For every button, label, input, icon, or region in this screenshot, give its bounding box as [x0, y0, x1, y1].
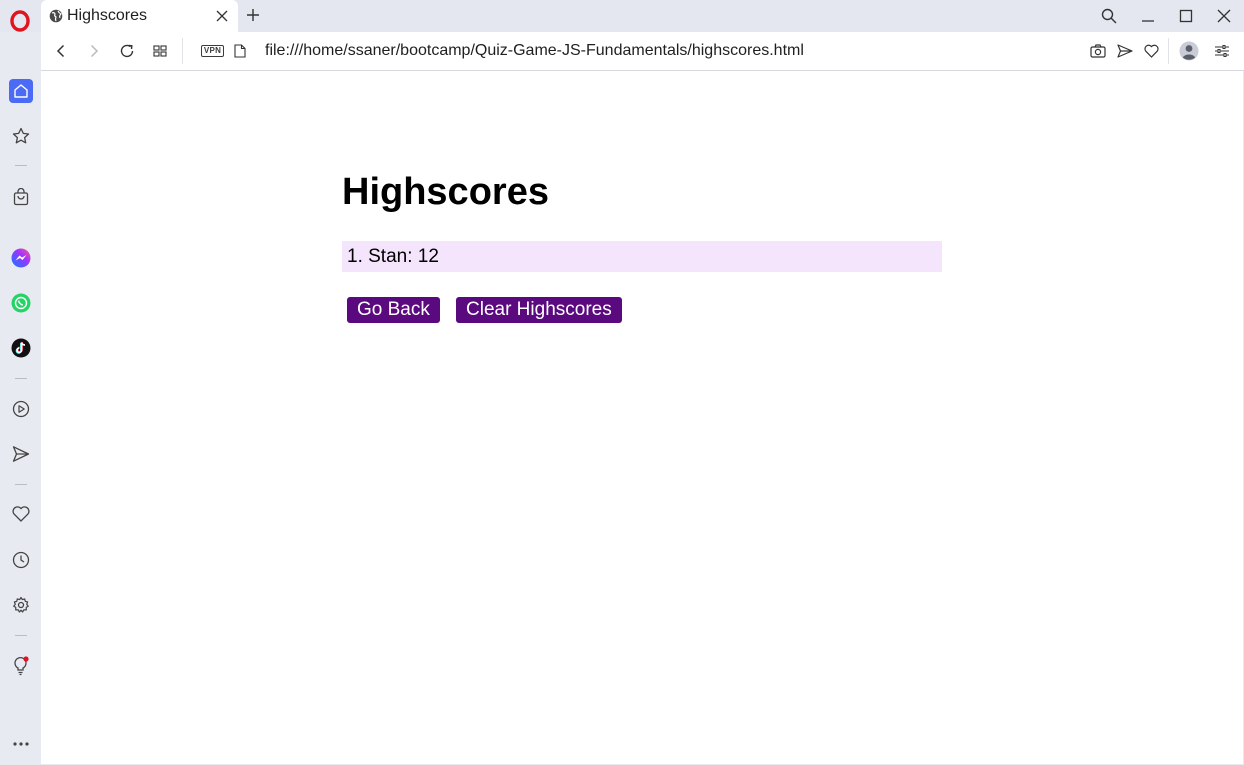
tab-strip: Highscores: [0, 0, 1244, 32]
easy-setup-icon[interactable]: [1211, 40, 1233, 62]
sidebar-divider: [15, 378, 27, 379]
opera-logo-icon[interactable]: [8, 9, 32, 33]
tiles-icon[interactable]: [149, 40, 171, 62]
address-bar-url[interactable]: file:///home/ssaner/bootcamp/Quiz-Game-J…: [265, 42, 804, 60]
maximize-icon[interactable]: [1174, 4, 1198, 28]
heart-icon[interactable]: [1140, 40, 1162, 62]
reload-icon[interactable]: [116, 40, 138, 62]
go-back-button[interactable]: Go Back: [347, 297, 440, 323]
highscores-list: 1. Stan: 12: [342, 241, 942, 272]
send-icon[interactable]: [9, 442, 33, 466]
new-tab-plus-icon[interactable]: [242, 4, 264, 26]
snapshot-camera-icon[interactable]: [1087, 40, 1109, 62]
profile-avatar-icon[interactable]: [1178, 40, 1200, 62]
home-icon[interactable]: [9, 79, 33, 103]
minimize-icon[interactable]: [1136, 4, 1160, 28]
tiktok-icon[interactable]: [9, 336, 33, 360]
sidebar-divider: [15, 165, 27, 166]
toolbar-divider: [182, 38, 183, 64]
shopping-bag-icon[interactable]: [9, 185, 33, 209]
vpn-badge[interactable]: VPN: [201, 45, 224, 57]
send-flow-icon[interactable]: [1114, 40, 1136, 62]
messenger-icon[interactable]: [9, 246, 33, 270]
sidebar-divider: [15, 484, 27, 485]
history-clock-icon[interactable]: [9, 548, 33, 572]
highscore-item: 1. Stan: 12: [342, 241, 942, 272]
lightbulb-tips-icon[interactable]: [9, 654, 33, 678]
back-arrow-icon[interactable]: [50, 40, 72, 62]
more-options-icon[interactable]: [9, 732, 33, 756]
player-icon[interactable]: [9, 397, 33, 421]
page-title: Highscores: [342, 171, 549, 213]
heart-icon[interactable]: [9, 502, 33, 526]
settings-gear-icon[interactable]: [9, 593, 33, 617]
tab-highscores[interactable]: Highscores: [41, 0, 238, 32]
bookmarks-icon[interactable]: [9, 124, 33, 148]
page-icon[interactable]: [229, 40, 251, 62]
forward-arrow-icon[interactable]: [83, 40, 105, 62]
tab-close-icon[interactable]: [210, 4, 234, 28]
toolbar-divider: [1168, 38, 1169, 64]
window-close-icon[interactable]: [1212, 4, 1236, 28]
tab-title: Highscores: [67, 7, 148, 24]
globe-icon: [49, 9, 63, 23]
search-tabs-icon[interactable]: [1097, 4, 1121, 28]
page-viewport: Highscores 1. Stan: 12 Go Back Clear Hig…: [41, 71, 1243, 764]
clear-highscores-button[interactable]: Clear Highscores: [456, 297, 622, 323]
sidebar-divider: [15, 635, 27, 636]
browser-sidebar: [0, 32, 41, 765]
browser-toolbar: VPN file:///home/ssaner/bootcamp/Quiz-Ga…: [41, 32, 1244, 71]
whatsapp-icon[interactable]: [9, 291, 33, 315]
